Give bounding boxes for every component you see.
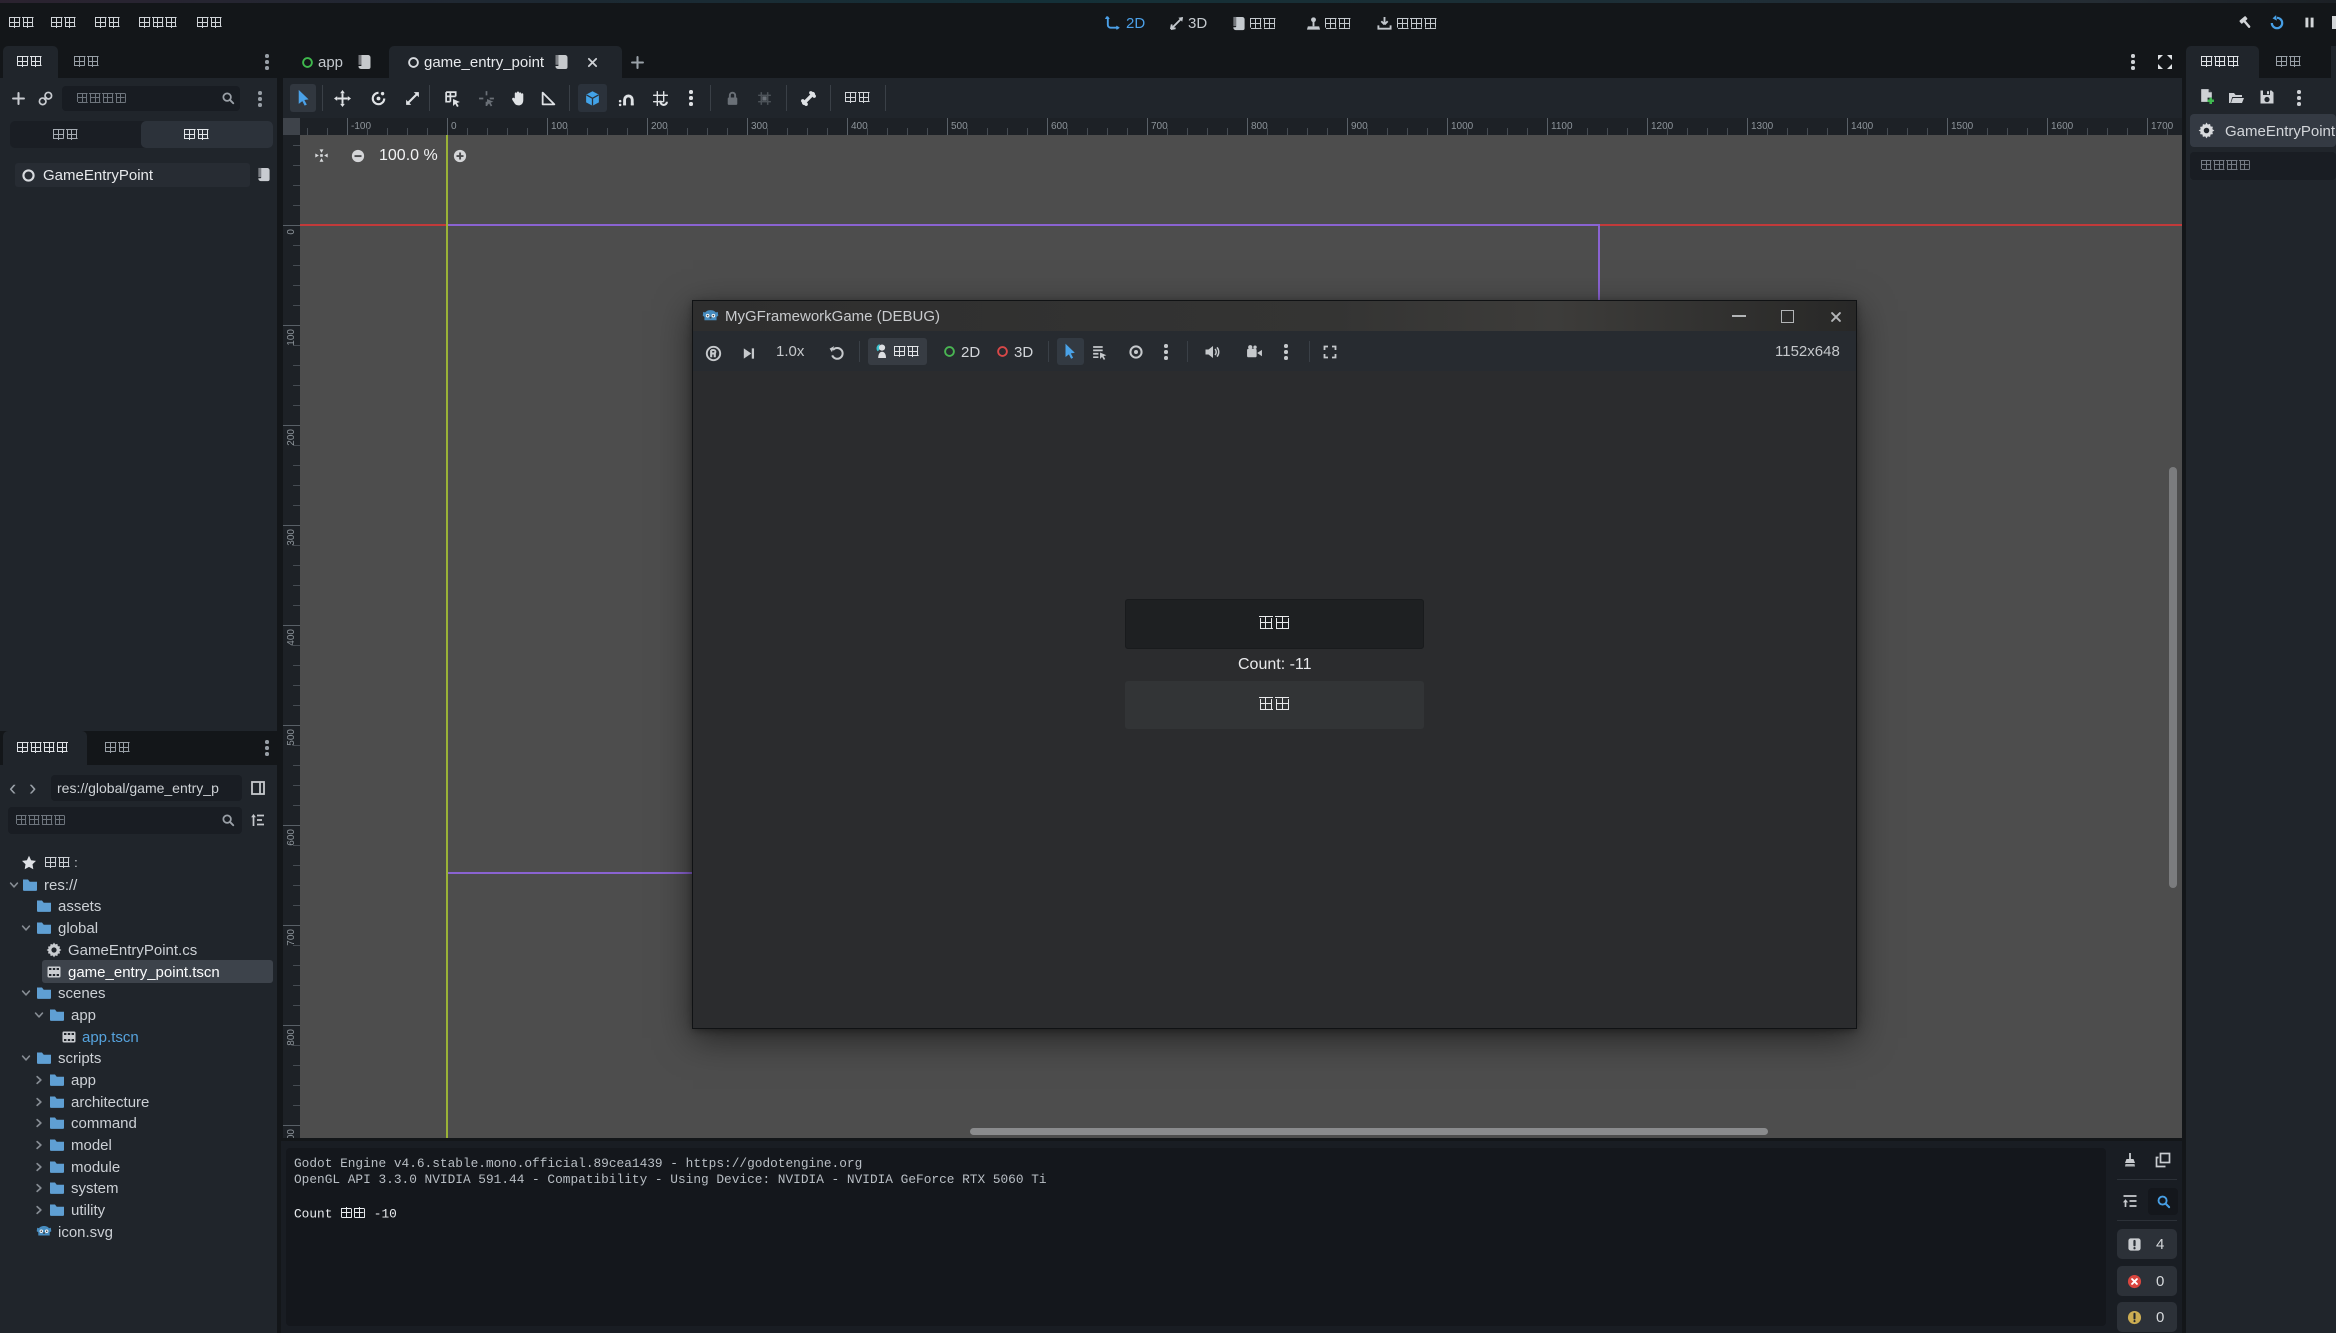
svg-text:-100: -100 — [351, 121, 371, 132]
svg-text:1400: 1400 — [1851, 121, 1874, 132]
svg-text:400: 400 — [286, 629, 297, 646]
svg-text:300: 300 — [751, 121, 768, 132]
svg-text:200: 200 — [286, 429, 297, 446]
svg-text:1300: 1300 — [1751, 121, 1774, 132]
svg-text:500: 500 — [286, 729, 297, 746]
svg-text:1200: 1200 — [1651, 121, 1674, 132]
svg-text:1500: 1500 — [1951, 121, 1974, 132]
svg-text:1100: 1100 — [1551, 121, 1573, 132]
svg-text:300: 300 — [286, 529, 297, 546]
svg-text:200: 200 — [651, 121, 668, 132]
svg-text:900: 900 — [1351, 121, 1368, 132]
svg-text:900: 900 — [286, 1129, 297, 1138]
svg-text:0: 0 — [286, 229, 297, 235]
svg-text:1600: 1600 — [2051, 121, 2074, 132]
svg-text:0: 0 — [451, 121, 457, 132]
svg-text:400: 400 — [851, 121, 868, 132]
svg-text:500: 500 — [951, 121, 968, 132]
svg-text:800: 800 — [286, 1029, 297, 1046]
svg-text:1000: 1000 — [1451, 121, 1474, 132]
svg-text:600: 600 — [1051, 121, 1068, 132]
svg-text:100: 100 — [551, 121, 568, 132]
svg-text:700: 700 — [286, 929, 297, 946]
svg-text:600: 600 — [286, 829, 297, 846]
svg-text:100: 100 — [286, 329, 297, 346]
svg-text:1700: 1700 — [2151, 121, 2174, 132]
svg-text:800: 800 — [1251, 121, 1268, 132]
svg-text:700: 700 — [1151, 121, 1168, 132]
